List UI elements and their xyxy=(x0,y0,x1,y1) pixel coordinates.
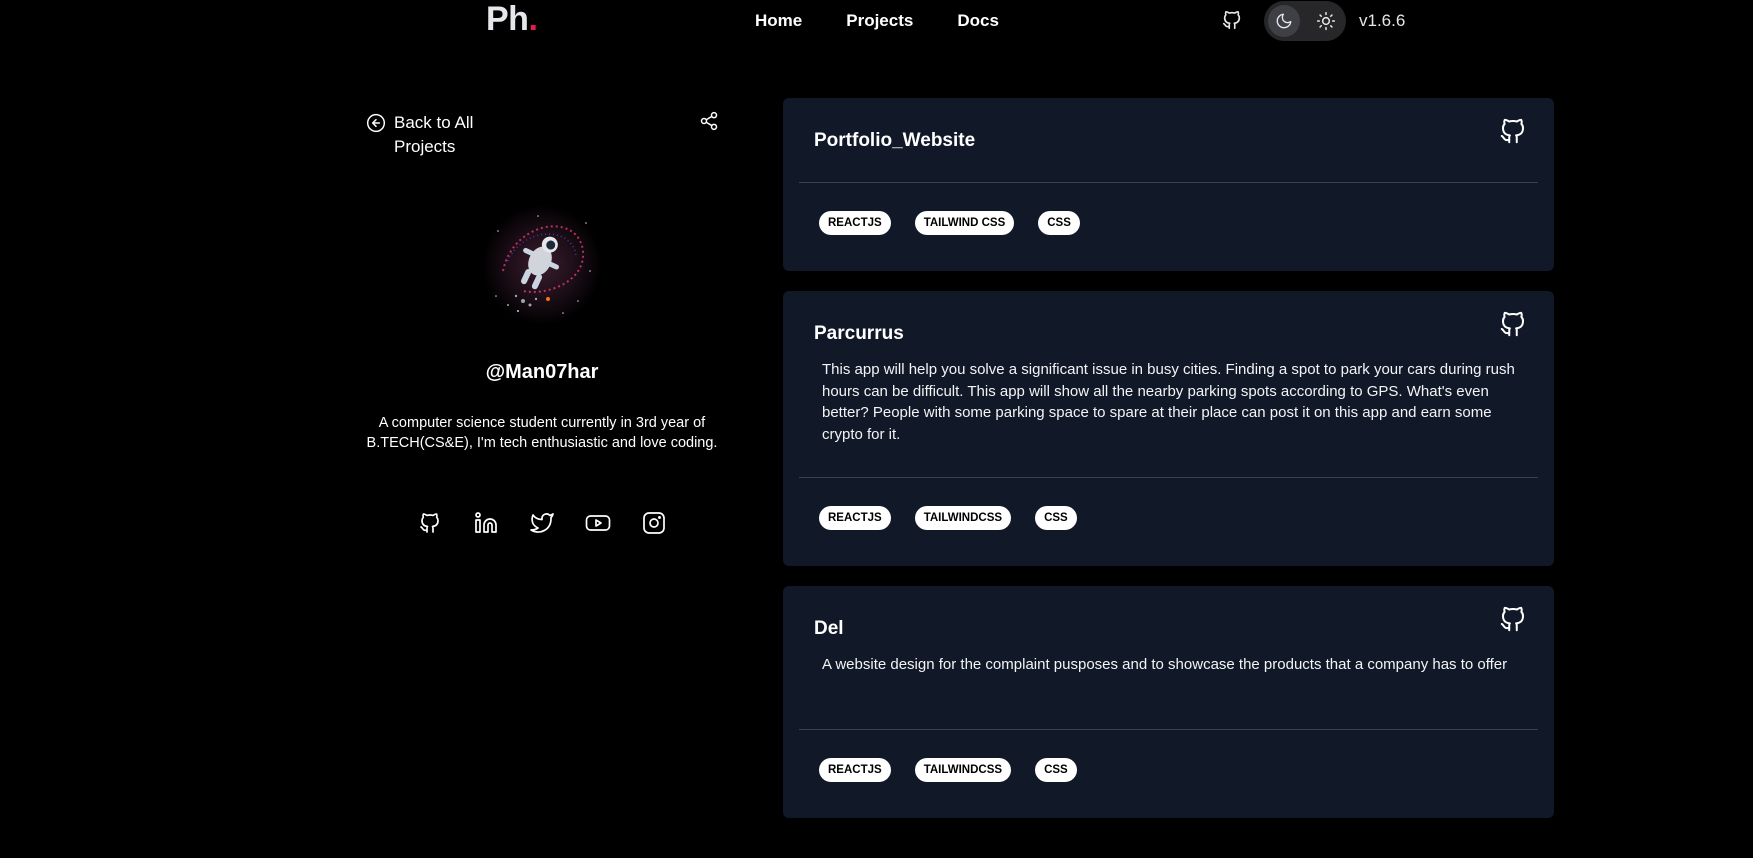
project-title[interactable]: Portfolio_Website xyxy=(814,129,975,153)
tag-list: REACTJS TAILWINDCSS CSS xyxy=(819,506,1101,530)
version-label: v1.6.6 xyxy=(1359,11,1406,30)
back-link-label: Back to All Projects xyxy=(394,113,474,156)
github-icon[interactable] xyxy=(1498,604,1528,634)
share-icon[interactable] xyxy=(699,111,719,131)
github-icon[interactable] xyxy=(417,510,443,536)
youtube-icon[interactable] xyxy=(585,510,611,536)
nav-docs[interactable]: Docs xyxy=(957,10,999,32)
tag-list: REACTJS TAILWIND CSS CSS xyxy=(819,211,1104,235)
logo-text: Ph xyxy=(486,0,529,38)
tech-tag: CSS xyxy=(1035,506,1077,530)
avatar xyxy=(478,201,606,329)
project-title[interactable]: Del xyxy=(814,617,844,641)
main-nav: Home Projects Docs xyxy=(755,10,1043,32)
tech-tag: REACTJS xyxy=(819,506,891,530)
tag-list: REACTJS TAILWINDCSS CSS xyxy=(819,758,1101,782)
card-divider xyxy=(799,477,1538,478)
tech-tag: CSS xyxy=(1035,758,1077,782)
project-card: Parcurrus This app will help you solve a… xyxy=(783,291,1554,566)
github-icon[interactable] xyxy=(1221,9,1243,31)
logo-dot: . xyxy=(528,0,538,38)
card-divider xyxy=(799,729,1538,730)
tech-tag: REACTJS xyxy=(819,211,891,235)
card-divider xyxy=(799,182,1538,183)
nav-home[interactable]: Home xyxy=(755,10,802,32)
tech-tag: TAILWINDCSS xyxy=(914,506,1012,530)
moon-icon xyxy=(1276,13,1292,29)
project-card: Portfolio_Website REACTJS TAILWIND CSS C… xyxy=(783,98,1554,271)
project-description: A website design for the complaint puspo… xyxy=(822,656,1508,673)
site-logo[interactable]: Ph. xyxy=(486,0,538,38)
instagram-icon[interactable] xyxy=(641,510,667,536)
github-icon[interactable] xyxy=(1498,116,1528,146)
tech-tag: TAILWIND CSS xyxy=(914,211,1015,235)
nav-projects[interactable]: Projects xyxy=(846,10,913,32)
sun-icon xyxy=(1316,11,1336,31)
project-card: Del A website design for the complaint p… xyxy=(783,586,1554,818)
project-description: This app will help you solve a significa… xyxy=(822,361,1515,443)
theme-toggle[interactable] xyxy=(1264,1,1346,41)
top-header: Ph. Home Projects Docs v1.6.6 xyxy=(0,0,1753,42)
github-icon[interactable] xyxy=(1498,309,1528,339)
twitter-icon[interactable] xyxy=(529,510,555,536)
dark-mode-button[interactable] xyxy=(1268,5,1300,37)
arrow-left-circle-icon xyxy=(366,113,386,133)
project-title[interactable]: Parcurrus xyxy=(814,322,904,346)
back-to-projects-link[interactable]: Back to All Projects xyxy=(366,111,494,159)
tech-tag: TAILWINDCSS xyxy=(914,758,1012,782)
tech-tag: REACTJS xyxy=(819,758,891,782)
profile-bio: A computer science student currently in … xyxy=(366,415,718,451)
light-mode-button[interactable] xyxy=(1310,5,1342,37)
social-links xyxy=(417,510,697,536)
linkedin-icon[interactable] xyxy=(473,510,499,536)
profile-username: @Man07har xyxy=(485,361,599,383)
tech-tag: CSS xyxy=(1038,211,1080,235)
